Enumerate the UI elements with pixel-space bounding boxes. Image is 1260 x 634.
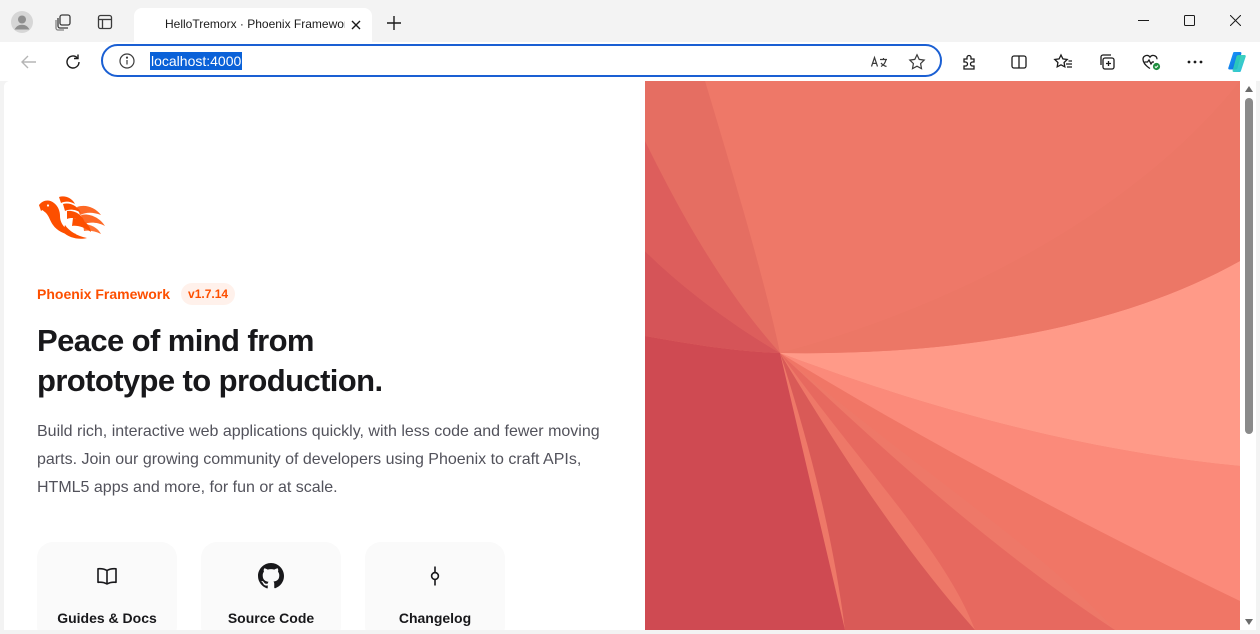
- favorites-button[interactable]: [1047, 46, 1079, 78]
- split-screen-button[interactable]: [1003, 46, 1035, 78]
- close-window-button[interactable]: [1212, 4, 1258, 36]
- brand-eyebrow: Phoenix Framework v1.7.14: [37, 283, 236, 305]
- workspaces-icon: [55, 14, 71, 31]
- guides-docs-card[interactable]: Guides & Docs: [37, 542, 177, 630]
- browser-essentials-button[interactable]: [1135, 46, 1167, 78]
- vertical-tabs-button[interactable]: [89, 6, 121, 38]
- changelog-card[interactable]: Changelog: [365, 542, 505, 630]
- active-tab[interactable]: HelloTremorx · Phoenix Framework: [134, 8, 372, 42]
- collections-icon: [1100, 54, 1115, 70]
- copilot-icon: [1228, 52, 1246, 72]
- triangle-up-icon: [1244, 86, 1253, 92]
- profile-button[interactable]: [6, 6, 38, 38]
- arrow-left-icon: [21, 55, 36, 69]
- source-code-card[interactable]: Source Code: [201, 542, 341, 630]
- hero-wave-art: [645, 81, 1240, 630]
- page-viewport: Phoenix Framework v1.7.14 Peace of mind …: [4, 81, 1256, 630]
- scroll-down-arrow[interactable]: [1244, 618, 1253, 626]
- split-screen-icon: [1011, 55, 1027, 69]
- favorites-icon: [1053, 53, 1072, 68]
- intro-paragraph: Build rich, interactive web applications…: [37, 423, 600, 496]
- puzzle-icon: [963, 54, 975, 70]
- close-icon: [1229, 14, 1241, 26]
- maximize-button[interactable]: [1166, 4, 1212, 36]
- page-scrollbar[interactable]: [1241, 81, 1256, 630]
- commit-icon: [422, 563, 448, 589]
- address-bar[interactable]: localhost:4000: [101, 44, 942, 77]
- headline-line-1: Peace of mind from: [37, 323, 314, 358]
- translate-icon: [870, 55, 887, 68]
- tab-title: HelloTremorx · Phoenix Framework: [165, 17, 345, 31]
- url-text[interactable]: localhost:4000: [150, 52, 243, 70]
- brand-name: Phoenix Framework: [37, 286, 171, 302]
- new-tab-button[interactable]: [379, 8, 409, 38]
- close-icon: [351, 20, 361, 30]
- plus-icon: [387, 16, 401, 30]
- headline-line-2: prototype to production.: [37, 363, 383, 398]
- triangle-down-icon: [1244, 619, 1253, 625]
- extensions-button[interactable]: [954, 46, 986, 78]
- hero-section: Phoenix Framework v1.7.14 Peace of mind …: [4, 81, 645, 630]
- more-horizontal-icon: [1187, 60, 1203, 64]
- settings-more-button[interactable]: [1179, 46, 1211, 78]
- tab-close-button[interactable]: [348, 17, 364, 33]
- book-icon: [94, 563, 120, 589]
- back-button[interactable]: [13, 46, 45, 78]
- card-label: Guides & Docs: [57, 610, 157, 626]
- refresh-icon: [66, 54, 80, 69]
- card-label: Changelog: [398, 610, 472, 626]
- collections-button[interactable]: [1091, 46, 1123, 78]
- maximize-icon: [1183, 14, 1195, 26]
- page-headline: Peace of mind from prototype to producti…: [37, 321, 457, 401]
- info-icon: [119, 53, 135, 69]
- github-icon: [258, 563, 284, 589]
- version-badge: v1.7.14: [181, 283, 236, 305]
- workspaces-button[interactable]: [47, 6, 79, 38]
- translate-button[interactable]: [867, 50, 891, 74]
- phoenix-logo-icon: [39, 196, 105, 239]
- scroll-thumb[interactable]: [1245, 98, 1253, 434]
- tab-actions-icon: [97, 14, 113, 30]
- scroll-up-arrow[interactable]: [1244, 85, 1253, 93]
- minimize-button[interactable]: [1120, 4, 1166, 36]
- heart-pulse-icon: [1142, 54, 1161, 71]
- star-icon: [908, 53, 926, 70]
- favorite-star-button[interactable]: [905, 50, 929, 74]
- minimize-icon: [1137, 19, 1149, 21]
- profile-avatar-icon: [11, 11, 33, 33]
- copilot-button[interactable]: [1221, 46, 1253, 78]
- refresh-button[interactable]: [57, 46, 89, 78]
- site-info-button[interactable]: [118, 52, 136, 70]
- browser-toolbar: localhost:4000: [0, 42, 1260, 81]
- browser-title-bar: HelloTremorx · Phoenix Framework: [0, 0, 1260, 42]
- card-label: Source Code: [227, 610, 315, 626]
